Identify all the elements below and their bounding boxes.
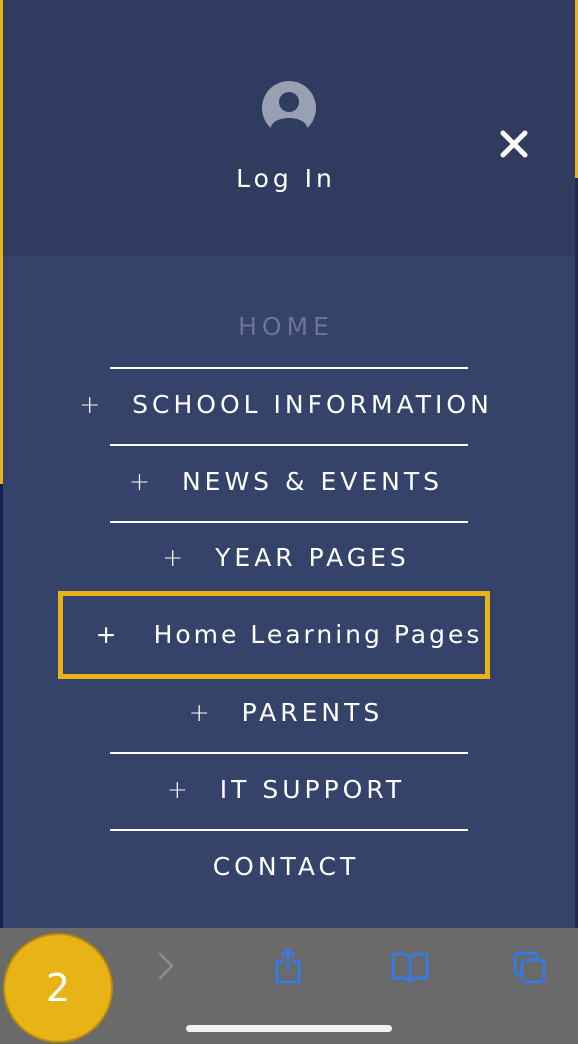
- tabs-icon[interactable]: [512, 950, 550, 992]
- menu-item-label: HOME: [238, 312, 334, 341]
- menu-divider: [110, 752, 468, 754]
- forward-chevron-icon[interactable]: [152, 948, 180, 988]
- menu-item-label: IT SUPPORT: [219, 775, 406, 804]
- menu-item-home-learning-pages[interactable]: + Home Learning Pages: [0, 620, 578, 649]
- menu-item-label: NEWS & EVENTS: [181, 467, 443, 496]
- menu-item-school-information[interactable]: + SCHOOL INFORMATION: [0, 390, 575, 419]
- user-avatar-icon[interactable]: [262, 81, 316, 135]
- menu-divider: [110, 444, 468, 446]
- expand-plus-icon[interactable]: +: [129, 467, 154, 496]
- menu-item-contact[interactable]: CONTACT: [0, 852, 575, 881]
- mobile-screen: Log In HOME + SCHOOL INFORMATION + NEWS & …: [0, 0, 578, 1044]
- menu-item-label: Home Learning Pages: [153, 620, 483, 649]
- menu-item-label: PARENTS: [241, 698, 384, 727]
- expand-plus-icon[interactable]: +: [167, 775, 192, 804]
- bookmarks-icon[interactable]: [390, 950, 430, 988]
- home-indicator[interactable]: [186, 1025, 392, 1032]
- expand-plus-icon[interactable]: +: [96, 620, 120, 649]
- menu-item-year-pages[interactable]: + YEAR PAGES: [0, 543, 575, 572]
- close-icon[interactable]: [496, 126, 532, 162]
- menu-item-label: YEAR PAGES: [215, 543, 410, 572]
- menu-divider: [110, 367, 468, 369]
- step-number-badge: 2: [3, 933, 113, 1043]
- menu-divider: [110, 829, 468, 831]
- menu-item-label: CONTACT: [212, 852, 360, 881]
- login-link[interactable]: Log In: [0, 164, 575, 193]
- menu-item-label: SCHOOL INFORMATION: [132, 390, 493, 419]
- share-icon[interactable]: [272, 946, 304, 990]
- menu-divider: [110, 521, 468, 523]
- menu-item-news-events[interactable]: + NEWS & EVENTS: [0, 467, 575, 496]
- menu-item-it-support[interactable]: + IT SUPPORT: [0, 775, 575, 804]
- menu-item-home[interactable]: HOME: [0, 312, 575, 341]
- expand-plus-icon[interactable]: +: [189, 698, 214, 727]
- menu-item-parents[interactable]: + PARENTS: [0, 698, 575, 727]
- expand-plus-icon[interactable]: +: [162, 543, 187, 572]
- expand-plus-icon[interactable]: +: [79, 390, 104, 419]
